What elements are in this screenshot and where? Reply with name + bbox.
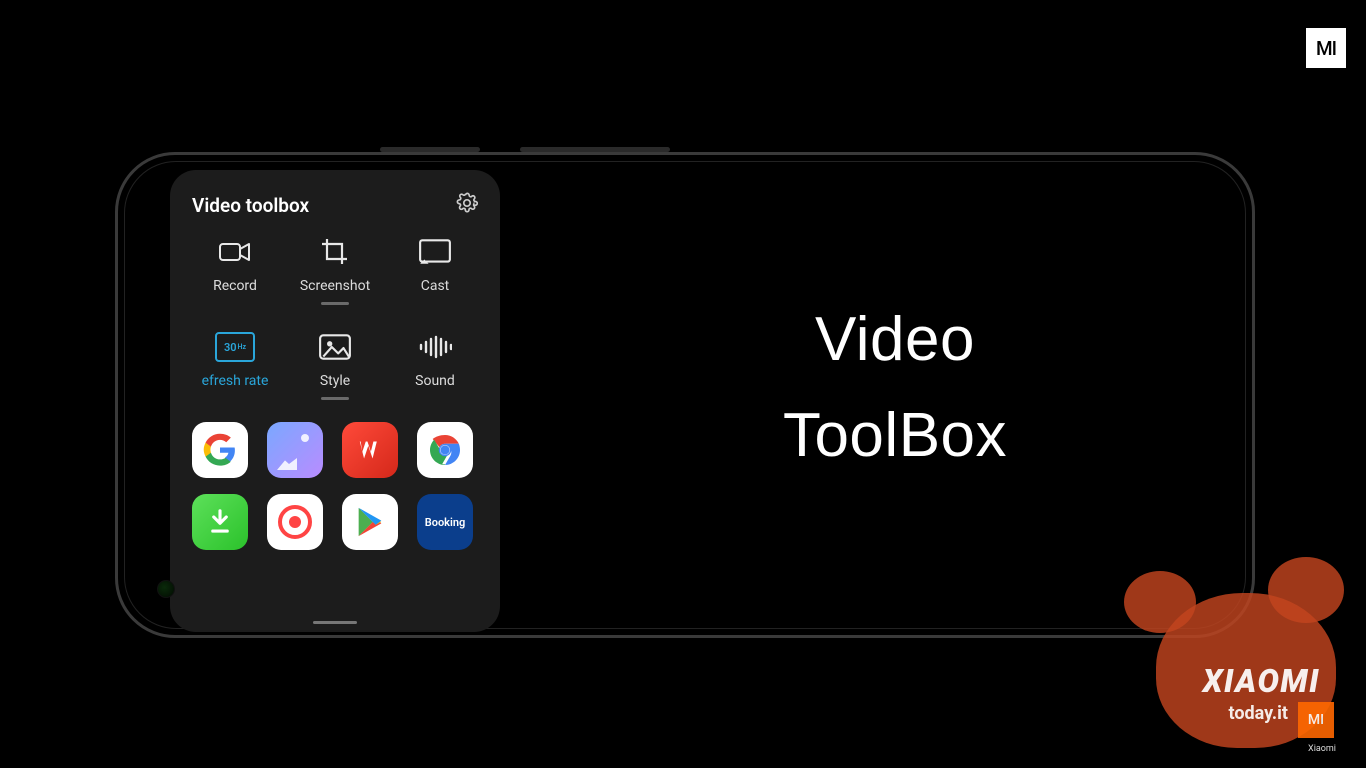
slide-title-line2: ToolBox bbox=[783, 401, 1007, 470]
watermark-company: Xiaomi bbox=[1308, 744, 1336, 754]
tool-label: Record bbox=[213, 278, 257, 294]
cast-icon bbox=[418, 236, 452, 268]
tool-sound[interactable]: Sound bbox=[388, 331, 482, 400]
app-gallery[interactable] bbox=[267, 422, 323, 478]
toolbox-header: Video toolbox bbox=[188, 192, 482, 218]
equalizer-icon bbox=[418, 331, 452, 363]
app-google[interactable] bbox=[192, 422, 248, 478]
tool-grid: Record Screenshot bbox=[188, 236, 482, 400]
app-download[interactable] bbox=[192, 494, 248, 550]
phone-frame: Video toolbox bbox=[115, 152, 1255, 638]
tool-screenshot[interactable]: Screenshot bbox=[288, 236, 382, 305]
toolbox-title: Video toolbox bbox=[192, 194, 309, 217]
watermark-brand: XIAOMI bbox=[1203, 662, 1320, 700]
image-icon bbox=[318, 331, 352, 363]
app-recorder[interactable] bbox=[267, 494, 323, 550]
watermark-ear bbox=[1268, 557, 1344, 623]
tool-label: efresh rate bbox=[202, 373, 269, 389]
refresh-rate-icon: 30Hz bbox=[215, 331, 255, 363]
app-shortcut-grid: Booking bbox=[188, 422, 482, 550]
indicator bbox=[321, 397, 349, 400]
gear-icon[interactable] bbox=[456, 192, 478, 218]
tool-refresh-rate[interactable]: 30Hz efresh rate bbox=[188, 331, 282, 400]
mi-logo-top: MI bbox=[1306, 28, 1346, 68]
app-wps[interactable] bbox=[342, 422, 398, 478]
video-toolbox-panel: Video toolbox bbox=[170, 170, 500, 632]
app-booking[interactable]: Booking bbox=[417, 494, 473, 550]
tool-label: Cast bbox=[421, 278, 450, 294]
app-chrome[interactable] bbox=[417, 422, 473, 478]
watermark-site: today.it bbox=[1229, 703, 1289, 724]
camcorder-icon bbox=[218, 236, 252, 268]
phone-screen: Video toolbox bbox=[124, 161, 1246, 629]
tool-style[interactable]: Style bbox=[288, 331, 382, 400]
slide-title: Video ToolBox bbox=[645, 292, 1145, 484]
tool-label: Sound bbox=[415, 373, 455, 389]
watermark-mi-icon: MI bbox=[1298, 702, 1334, 738]
front-camera bbox=[157, 580, 175, 598]
indicator bbox=[321, 302, 349, 305]
crop-icon bbox=[318, 236, 352, 268]
home-indicator[interactable] bbox=[313, 621, 357, 624]
slide-title-line1: Video bbox=[815, 305, 975, 374]
tool-label: Screenshot bbox=[300, 278, 370, 294]
tool-cast[interactable]: Cast bbox=[388, 236, 482, 305]
tool-label: Style bbox=[320, 373, 350, 389]
tool-record[interactable]: Record bbox=[188, 236, 282, 305]
app-play-store[interactable] bbox=[342, 494, 398, 550]
